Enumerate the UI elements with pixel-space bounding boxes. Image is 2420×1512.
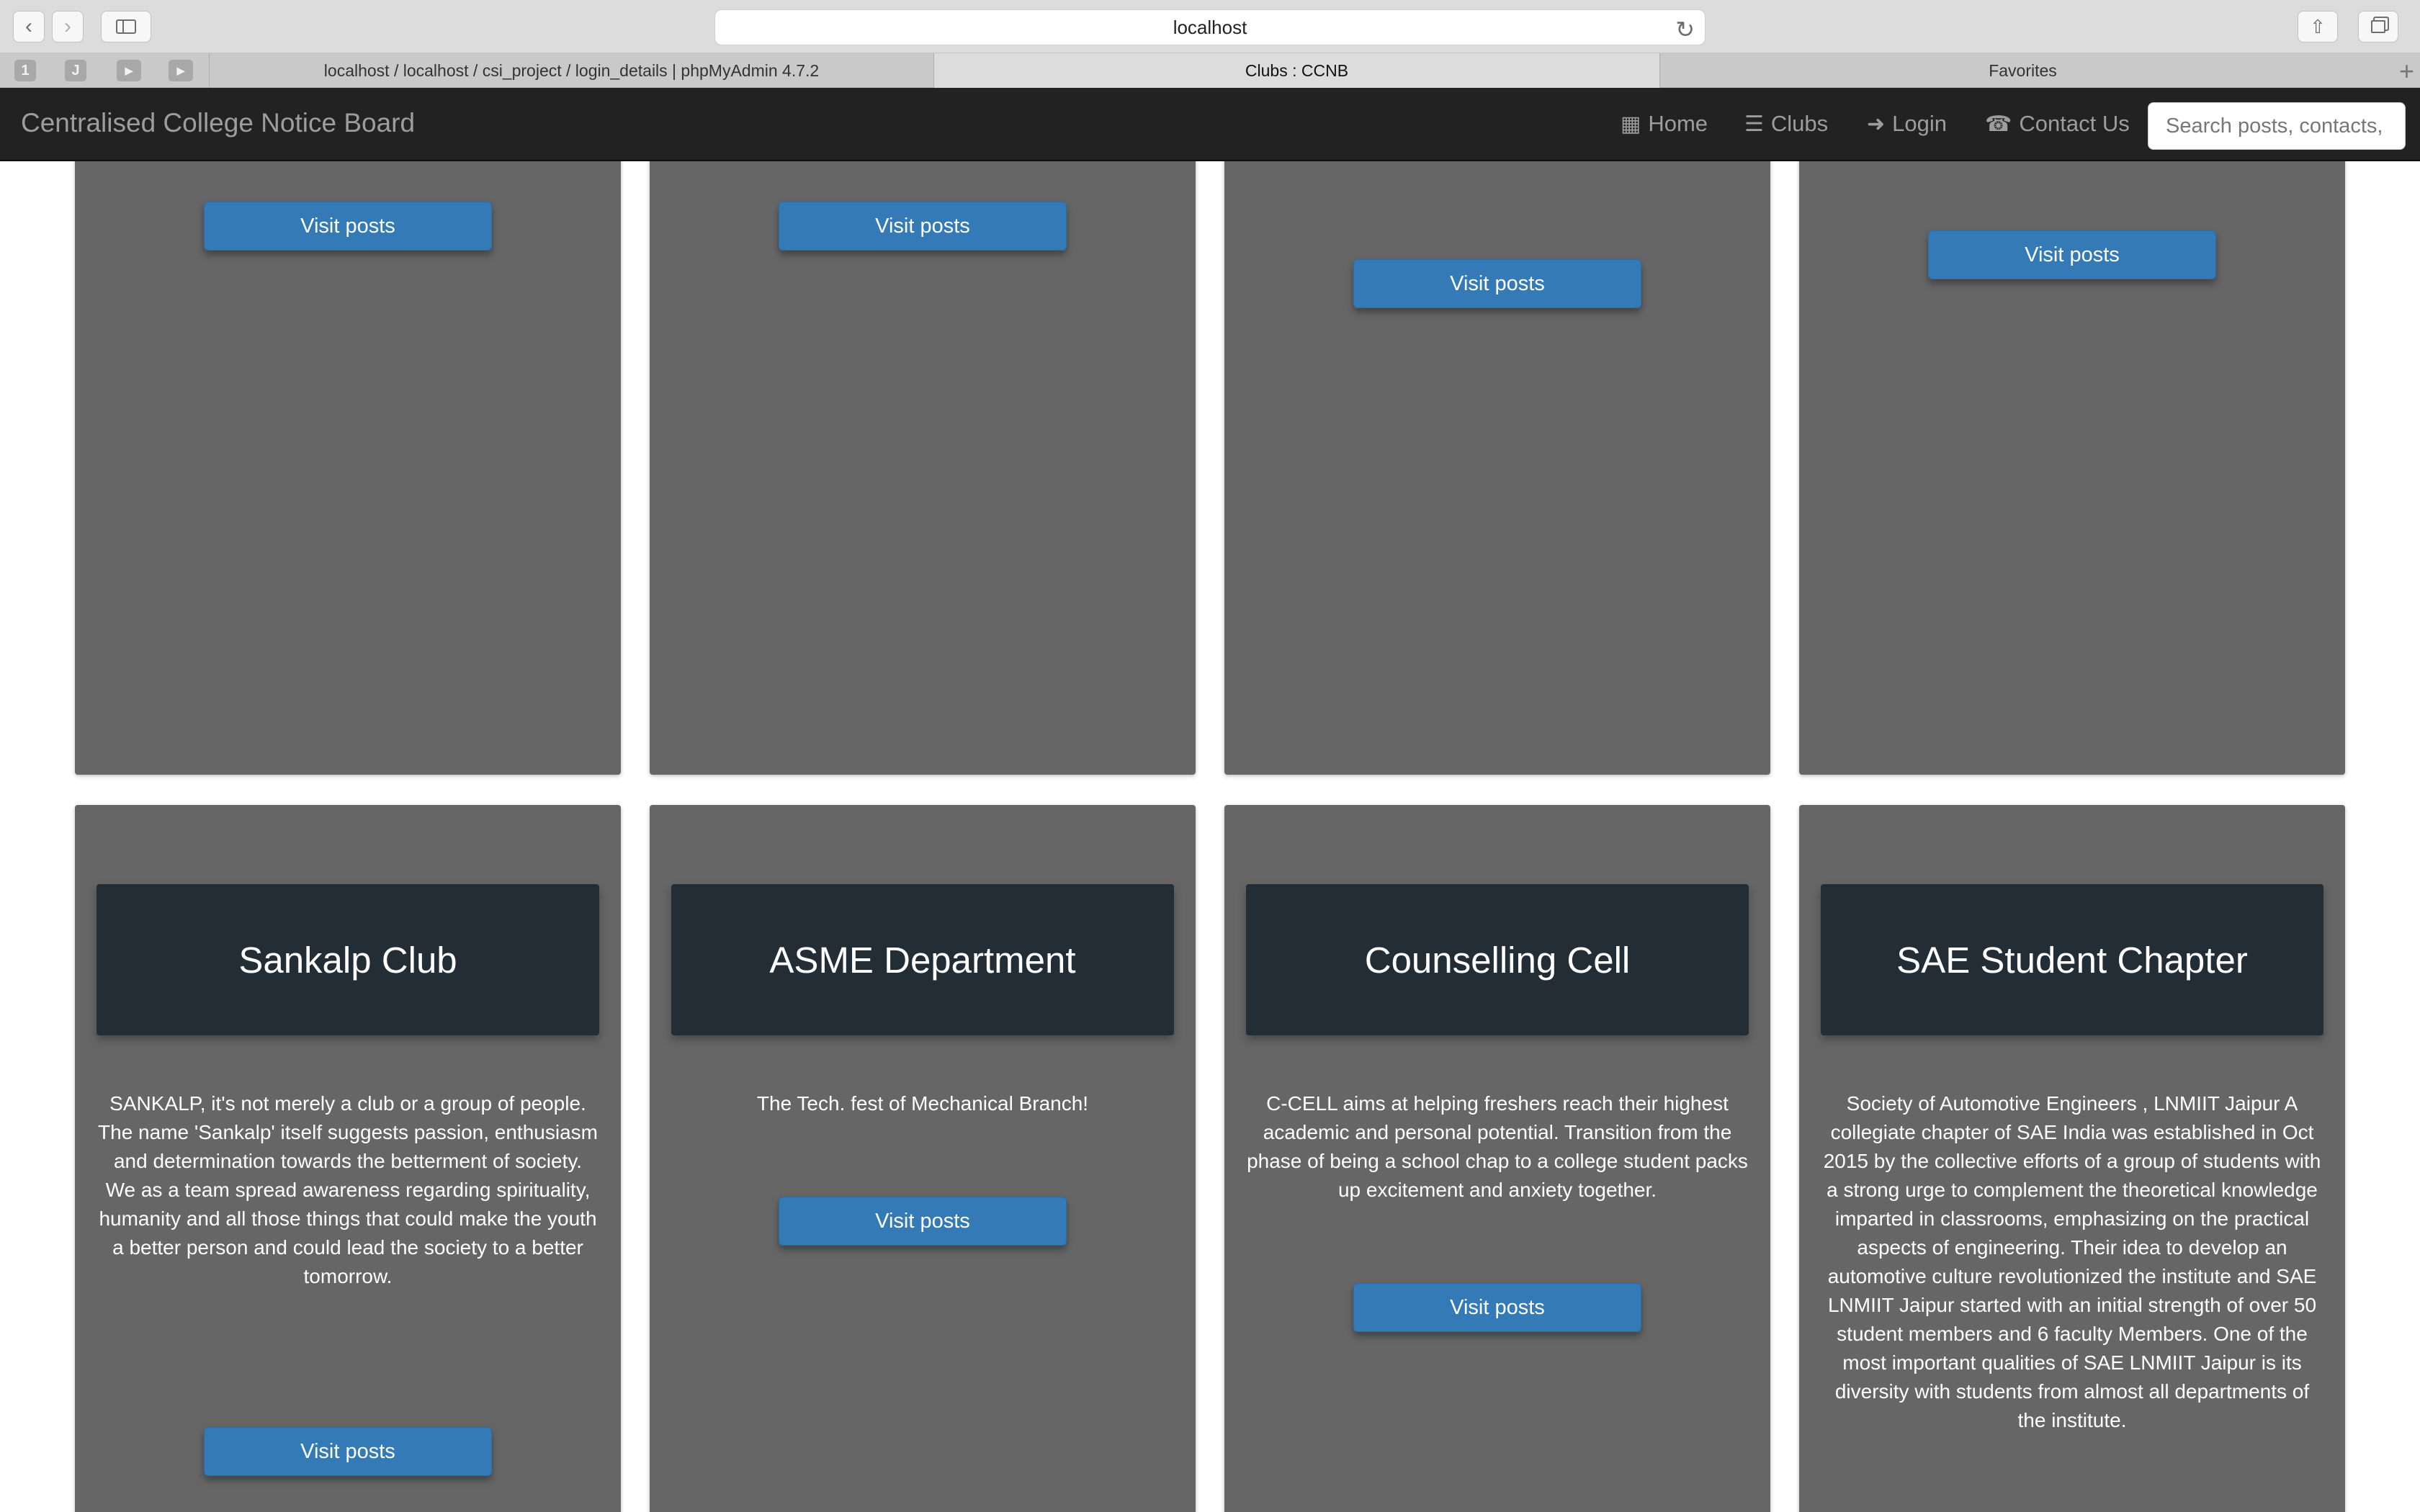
login-icon: ➜ [1867, 112, 1886, 136]
tabs-overview-button[interactable] [2358, 11, 2398, 42]
play-icon: ▶ [176, 64, 185, 76]
play-icon: ▶ [125, 64, 133, 76]
visit-posts-button[interactable]: Visit posts [779, 202, 1067, 251]
search-input[interactable] [2148, 102, 2406, 150]
clubs-grid: Visit posts Visit posts Visit posts Visi… [0, 161, 2420, 1512]
chevron-right-icon: › [64, 14, 71, 38]
pinned-tab-1[interactable]: 1 [14, 60, 36, 81]
club-title: Sankalp Club [238, 939, 457, 981]
chevron-left-icon: ‹ [25, 14, 32, 38]
browser-toolbar: ‹ › localhost ↻ ⇧ [0, 0, 2420, 53]
club-card-sae: SAE Student Chapter Society of Automotiv… [1799, 805, 2345, 1512]
tab-phpmyadmin[interactable]: localhost / localhost / csi_project / lo… [209, 53, 933, 88]
nav-login[interactable]: ➜ Login [1867, 111, 1947, 137]
club-title: ASME Department [769, 939, 1076, 981]
club-title: SAE Student Chapter [1896, 939, 2248, 981]
site-navbar: Centralised College Notice Board ▦ Home … [0, 88, 2420, 161]
visit-posts-button[interactable]: Visit posts [204, 1427, 492, 1476]
visit-posts-button[interactable]: Visit posts [204, 202, 492, 251]
nav-contact-label: Contact Us [2019, 111, 2130, 136]
list-icon: ☰ [1744, 112, 1764, 136]
sidebar-icon [116, 19, 136, 34]
tab-clubs-ccnb[interactable]: Clubs : CCNB [933, 53, 1659, 88]
club-card-counselling: Counselling Cell C-CELL aims at helping … [1224, 805, 1770, 1512]
new-tab-button[interactable]: + [2399, 56, 2414, 86]
tab-title: Clubs : CCNB [1245, 60, 1349, 80]
back-button[interactable]: ‹ [13, 11, 45, 42]
reload-icon[interactable]: ↻ [1675, 16, 1695, 43]
brand-link[interactable]: Centralised College Notice Board [21, 108, 415, 138]
share-button[interactable]: ⇧ [2298, 11, 2338, 42]
club-description: C-CELL aims at helping freshers reach th… [1247, 1092, 1748, 1201]
share-icon: ⇧ [2310, 15, 2326, 37]
nav-home-label: Home [1648, 111, 1708, 136]
club-card-asme: ASME Department The Tech. fest of Mechan… [650, 805, 1196, 1512]
visit-posts-button[interactable]: Visit posts [779, 1197, 1067, 1246]
phone-icon: ☎ [1985, 112, 2012, 136]
nav-home[interactable]: ▦ Home [1621, 111, 1708, 137]
address-text: localhost [1173, 16, 1247, 38]
sidebar-toggle-button[interactable] [101, 11, 151, 42]
club-card: Visit posts [1224, 161, 1770, 775]
club-card-header: SAE Student Chapter [1821, 884, 2323, 1035]
visit-posts-button[interactable]: Visit posts [1353, 259, 1641, 308]
grid-icon: ▦ [1621, 112, 1641, 136]
tab-title: localhost / localhost / csi_project / lo… [323, 60, 820, 80]
pinned-tab-label: J [71, 62, 80, 78]
pinned-tab-youtube-2[interactable]: ▶ [169, 60, 193, 81]
tabs-icon [2371, 20, 2385, 33]
tab-favorites[interactable]: Favorites [1659, 53, 2385, 88]
club-card: Visit posts [650, 161, 1196, 775]
nav-login-label: Login [1892, 111, 1947, 136]
nav-clubs[interactable]: ☰ Clubs [1744, 111, 1828, 137]
pinned-tab-youtube[interactable]: ▶ [117, 60, 141, 81]
visit-posts-button[interactable]: Visit posts [1353, 1283, 1641, 1332]
club-description: Society of Automotive Engineers , LNMIIT… [1823, 1092, 2321, 1431]
club-title: Counselling Cell [1364, 939, 1631, 981]
club-card-header: Counselling Cell [1246, 884, 1749, 1035]
tab-title: Favorites [1989, 60, 2057, 80]
club-card-header: ASME Department [671, 884, 1174, 1035]
nav-clubs-label: Clubs [1770, 111, 1829, 136]
pinned-tab-label: 1 [21, 62, 30, 78]
address-bar[interactable]: localhost ↻ [714, 9, 1706, 45]
nav-contact[interactable]: ☎ Contact Us [1985, 111, 2130, 137]
club-card: Visit posts [75, 161, 621, 775]
club-card: Visit posts [1799, 161, 2345, 775]
tab-bar: 1 J ▶ ▶ localhost / localhost / csi_proj… [0, 53, 2420, 88]
club-description: The Tech. fest of Mechanical Branch! [756, 1092, 1089, 1115]
club-description: SANKALP, it's not merely a club or a gro… [98, 1092, 598, 1287]
pinned-tab-j[interactable]: J [65, 60, 86, 81]
club-card-header: Sankalp Club [97, 884, 599, 1035]
club-card-sankalp: Sankalp Club SANKALP, it's not merely a … [75, 805, 621, 1512]
forward-button[interactable]: › [52, 11, 84, 42]
visit-posts-button[interactable]: Visit posts [1928, 230, 2216, 279]
